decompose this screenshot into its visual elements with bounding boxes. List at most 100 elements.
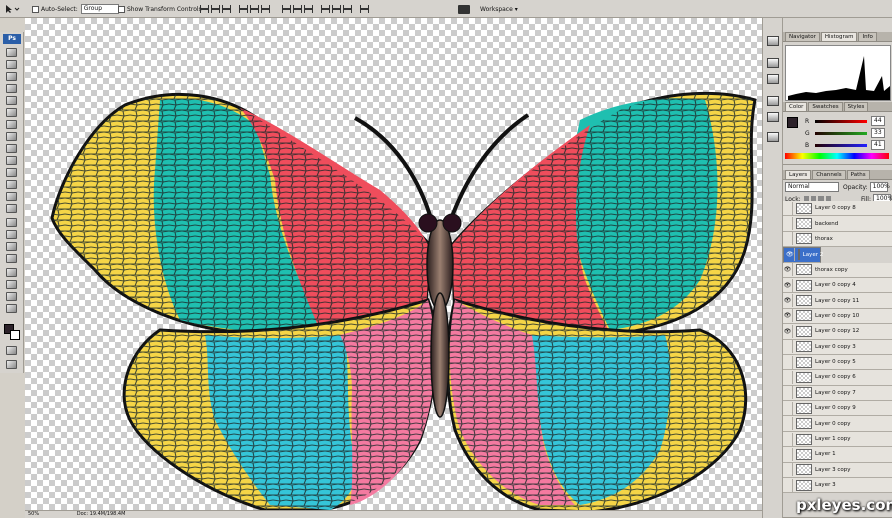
visibility-eye-icon[interactable] (783, 232, 793, 246)
brush-tool-button[interactable] (6, 132, 17, 141)
clone-source-icon[interactable] (767, 74, 779, 84)
slice-tool-button[interactable] (6, 108, 17, 117)
visibility-eye-icon[interactable]: 👁 (783, 324, 793, 338)
background-color-swatch[interactable] (10, 330, 20, 340)
screen-mode-button[interactable] (6, 360, 17, 369)
auto-select-dropdown[interactable]: Group (80, 4, 119, 14)
visibility-eye-icon[interactable] (783, 463, 793, 477)
visibility-eye-icon[interactable]: 👁 (783, 278, 793, 292)
eraser-tool-button[interactable] (6, 168, 17, 177)
layer-row[interactable]: Layer 0 copy 9 (783, 401, 892, 417)
gradient-tool-button[interactable] (6, 180, 17, 189)
align-hcenter-icon[interactable] (250, 5, 259, 13)
character-icon[interactable] (767, 96, 779, 106)
layer-row[interactable]: Layer 1 copy (783, 431, 892, 448)
tab-histogram[interactable]: Histogram (820, 32, 858, 41)
show-transform-checkbox[interactable] (118, 5, 125, 13)
move-tool-icon[interactable] (4, 3, 20, 15)
visibility-eye-icon[interactable] (783, 432, 793, 446)
layer-row[interactable]: backend (783, 216, 892, 232)
align-bottom-icon[interactable] (222, 5, 231, 13)
visibility-eye-icon[interactable] (783, 401, 793, 415)
marquee-tool-button[interactable] (6, 60, 17, 69)
blue-value[interactable]: 41 (871, 140, 885, 150)
align-top-icon[interactable] (200, 5, 209, 13)
layer-row[interactable]: 👁 Layer 0 copy 12 (783, 324, 892, 340)
lasso-tool-button[interactable] (6, 72, 17, 81)
clone-stamp-tool-button[interactable] (6, 144, 17, 153)
workspace-menu[interactable]: Workspace ▾ (480, 6, 518, 13)
visibility-eye-icon[interactable] (783, 201, 793, 215)
tab-color[interactable]: Color (785, 102, 808, 111)
visibility-eye-icon[interactable] (783, 355, 793, 369)
auto-select-checkbox[interactable] (32, 5, 39, 13)
layer-row[interactable]: Layer 3 (783, 478, 892, 494)
crop-tool-button[interactable] (6, 96, 17, 105)
zoom-level[interactable]: 50% (28, 511, 39, 517)
auto-align-icon[interactable] (360, 5, 369, 13)
visibility-eye-icon[interactable]: 👁 (783, 263, 793, 277)
layer-row[interactable]: Layer 0 copy 7 (783, 385, 892, 402)
distribute-top-icon[interactable] (282, 5, 291, 13)
distribute-right-icon[interactable] (343, 5, 352, 13)
shape-tool-button[interactable] (6, 254, 17, 263)
layer-row[interactable]: 👁 thorax copy (783, 262, 892, 278)
tab-swatches[interactable]: Swatches (808, 102, 843, 111)
tab-channels[interactable]: Channels (812, 170, 846, 179)
layer-row[interactable]: 👁 Layer 0 copy 11 (783, 293, 892, 309)
align-vcenter-icon[interactable] (211, 5, 220, 13)
document-canvas[interactable] (25, 18, 762, 514)
notes-tool-button[interactable] (6, 268, 17, 277)
eyedropper-tool-button[interactable] (6, 280, 17, 289)
layer-row[interactable]: Layer 0 copy 5 (783, 354, 892, 371)
layer-row[interactable]: 👁 Layer 2 (783, 247, 823, 263)
layer-row[interactable]: Layer 0 copy 8 (783, 201, 892, 217)
tab-info[interactable]: Info (858, 32, 877, 41)
layer-row[interactable]: Layer 0 copy 6 (783, 370, 892, 386)
layer-row[interactable]: Layer 0 copy (783, 416, 892, 432)
visibility-eye-icon[interactable] (783, 217, 793, 231)
color-foreground-swatch[interactable] (787, 117, 798, 128)
brushes-icon[interactable] (767, 58, 779, 68)
visibility-eye-icon[interactable]: 👁 (783, 294, 793, 308)
move-tool-button[interactable] (6, 48, 17, 57)
dodge-tool-button[interactable] (6, 204, 17, 213)
opacity-input[interactable]: 100% (869, 182, 890, 192)
visibility-eye-icon[interactable] (783, 370, 793, 384)
paragraph-icon[interactable] (767, 112, 779, 122)
history-brush-tool-button[interactable] (6, 156, 17, 165)
hand-tool-button[interactable] (6, 292, 17, 301)
layer-row[interactable]: Layer 1 (783, 447, 892, 463)
distribute-hcenter-icon[interactable] (332, 5, 341, 13)
visibility-eye-icon[interactable] (783, 478, 793, 492)
tab-navigator[interactable]: Navigator (785, 32, 820, 41)
history-icon[interactable] (767, 132, 779, 142)
distribute-bottom-icon[interactable] (304, 5, 313, 13)
type-tool-button[interactable] (6, 230, 17, 239)
blend-mode-dropdown[interactable]: Normal (785, 182, 839, 192)
visibility-eye-icon[interactable]: 👁 (783, 309, 793, 323)
workspace-icon[interactable] (458, 4, 470, 14)
green-value[interactable]: 33 (871, 128, 885, 138)
blue-slider[interactable] (815, 143, 867, 147)
visibility-eye-icon[interactable] (783, 447, 793, 461)
layer-row[interactable]: 👁 Layer 0 copy 10 (783, 308, 892, 325)
distribute-left-icon[interactable] (321, 5, 330, 13)
layer-row[interactable]: Layer 3 copy (783, 462, 892, 479)
color-spectrum-bar[interactable] (785, 153, 889, 159)
distribute-vcenter-icon[interactable] (293, 5, 302, 13)
healing-tool-button[interactable] (6, 120, 17, 129)
tab-paths[interactable]: Paths (846, 170, 870, 179)
magic-wand-tool-button[interactable] (6, 84, 17, 93)
align-left-icon[interactable] (239, 5, 248, 13)
pen-tool-button[interactable] (6, 218, 17, 227)
layer-row[interactable]: 👁 Layer 0 copy 4 (783, 277, 892, 294)
zoom-tool-button[interactable] (6, 304, 17, 313)
layer-row[interactable]: Layer 0 copy 3 (783, 339, 892, 355)
green-slider[interactable] (815, 131, 867, 135)
tool-presets-icon[interactable] (767, 36, 779, 46)
layer-row[interactable]: thorax (783, 231, 892, 248)
quick-mask-button[interactable] (6, 346, 17, 355)
blur-tool-button[interactable] (6, 192, 17, 201)
visibility-eye-icon[interactable] (783, 386, 793, 400)
